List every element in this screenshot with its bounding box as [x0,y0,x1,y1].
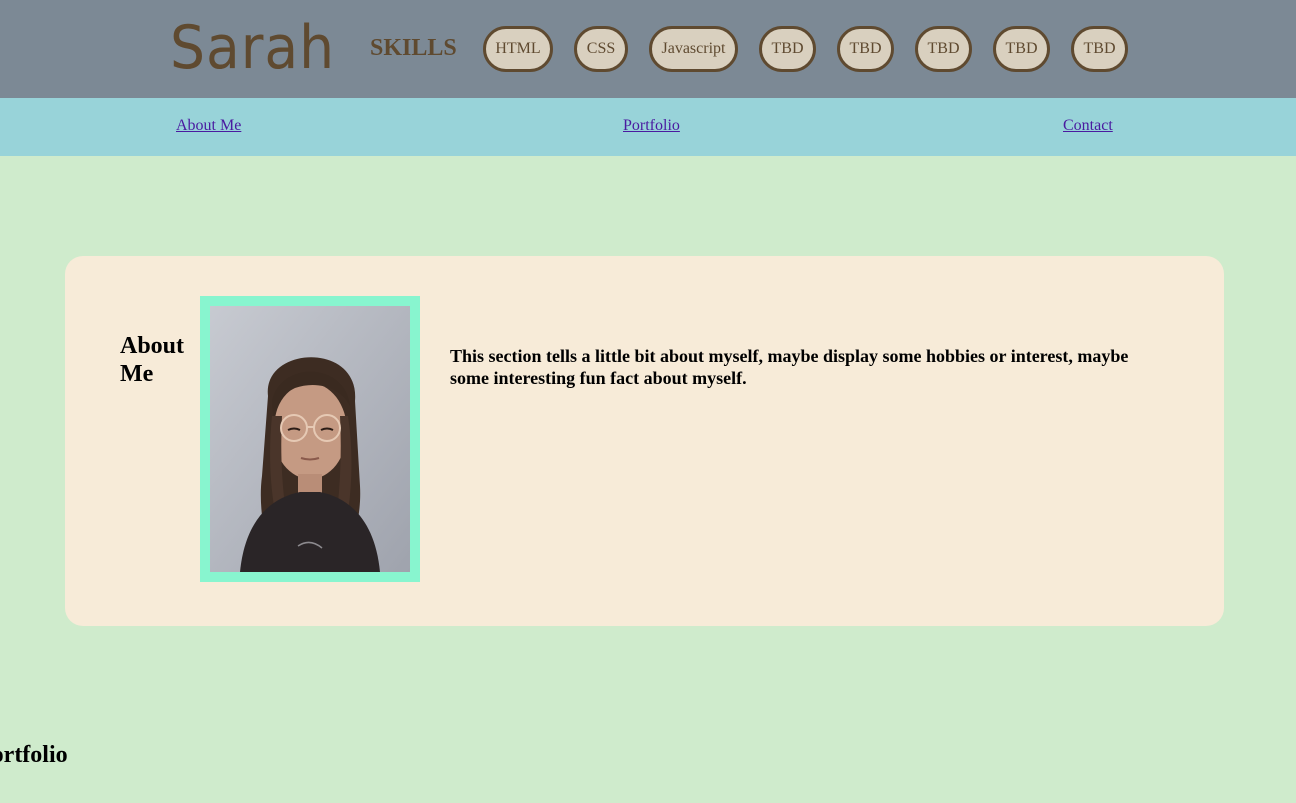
skill-badge-html: HTML [483,26,553,72]
skill-badge-tbd: TBD [915,26,972,72]
site-header: Sarah SKILLS HTML CSS Javascript TBD TBD… [0,0,1296,98]
skill-badge-javascript: Javascript [649,26,738,72]
about-me-card: About Me This section tells a little bit… [65,256,1224,626]
skill-badge-tbd: TBD [837,26,894,72]
about-me-text: This section tells a little bit about my… [450,346,1129,388]
nav-link-portfolio[interactable]: Portfolio [623,117,680,135]
skill-badge-tbd: TBD [759,26,816,72]
profile-photo [200,296,420,582]
skill-badge-tbd: TBD [993,26,1050,72]
portfolio-heading: Portfolio [0,742,68,768]
skill-badge-css: CSS [574,26,628,72]
main-nav: About Me Portfolio Contact [0,98,1296,156]
profile-photo-image [210,306,410,572]
about-me-heading: About Me [120,333,185,387]
skill-badge-tbd: TBD [1071,26,1128,72]
nav-link-contact[interactable]: Contact [1063,117,1113,135]
nav-link-about-me[interactable]: About Me [176,117,241,135]
skills-title: SKILLS [370,35,457,61]
site-logo: Sarah [170,13,335,83]
